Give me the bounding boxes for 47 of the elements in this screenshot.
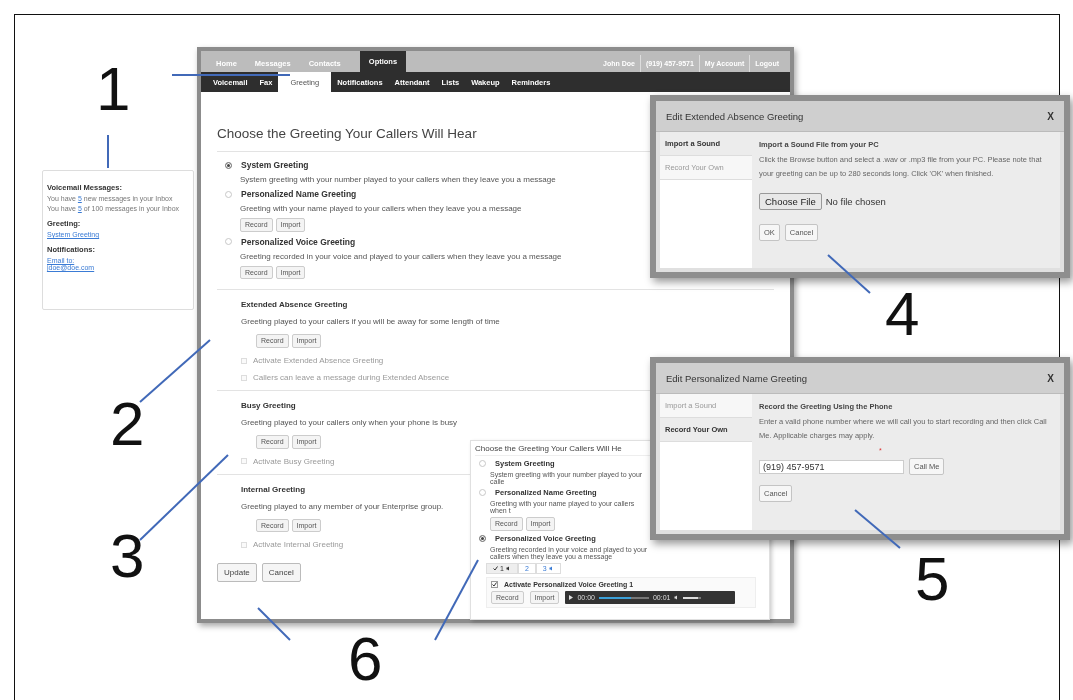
section-title: Busy Greeting — [241, 401, 296, 411]
close-button[interactable]: X — [1047, 110, 1054, 122]
callout-number: 1 — [96, 58, 131, 120]
radio-button[interactable] — [225, 238, 232, 246]
callout-number: 6 — [348, 628, 383, 690]
callout-number: 3 — [110, 525, 145, 587]
leader-line — [827, 254, 871, 294]
dialog-title: Edit Extended Absence Greeting — [666, 110, 804, 122]
choose-file-button[interactable]: Choose File — [759, 193, 822, 210]
section-description: Greeting played to your callers if you will be away for some length of time — [241, 317, 500, 327]
greeting-description: System greeting with your number played to your callers when they leave you a message — [240, 175, 556, 184]
speaker-icon — [505, 565, 511, 571]
radio-button[interactable] — [225, 190, 232, 198]
checkbox-label: Activate Internal Greeting — [253, 540, 344, 550]
greeting-title: Personalized Voice Greeting — [241, 236, 356, 247]
section-title: Extended Absence Greeting — [241, 300, 348, 310]
close-button[interactable]: X — [1047, 372, 1054, 384]
section-description: Greeting played to your callers only when your phone is busy — [241, 418, 458, 428]
leader-line — [854, 509, 901, 549]
greeting-title: Personalized Name Greeting — [241, 189, 357, 199]
radio-button[interactable] — [479, 460, 486, 467]
form-button[interactable]: Cancel — [261, 563, 301, 583]
form-button[interactable]: Update — [217, 563, 257, 583]
radio-button[interactable] — [479, 489, 486, 496]
greeting-title: System Greeting — [241, 160, 309, 170]
greeting-description: Greeting recorded in your voice and played to your callers when they leave you a message — [240, 251, 562, 261]
checkbox-label: Callers can leave a message during Extended Absence — [253, 373, 450, 383]
callout-number: 2 — [110, 393, 145, 455]
leader-line — [139, 339, 211, 403]
callout-number: 5 — [915, 548, 950, 610]
check-icon — [493, 565, 498, 571]
file-status: No file chosen — [825, 196, 886, 207]
callout-number: 4 — [885, 283, 920, 345]
greeting-description: Greeting with your name played to your callers when they leave you a message — [240, 204, 522, 213]
play-icon — [569, 595, 574, 601]
phone-input-field[interactable]: (919) 457-9571 — [759, 459, 904, 474]
speaker-icon — [548, 565, 554, 571]
check-icon — [492, 581, 497, 587]
checkbox-label: Activate Extended Absence Greeting — [253, 356, 384, 366]
section-description: Greeting played to any member of your Enterprise group. — [241, 501, 444, 511]
checkbox[interactable] — [491, 580, 498, 588]
dialog-title: Edit Personalized Name Greeting — [666, 372, 807, 384]
speaker-icon — [674, 595, 680, 601]
section-title: Internal Greeting — [241, 484, 305, 494]
leader-line — [107, 134, 109, 169]
checkbox-label: Activate Busy Greeting — [253, 456, 335, 466]
leader-line — [257, 607, 291, 641]
